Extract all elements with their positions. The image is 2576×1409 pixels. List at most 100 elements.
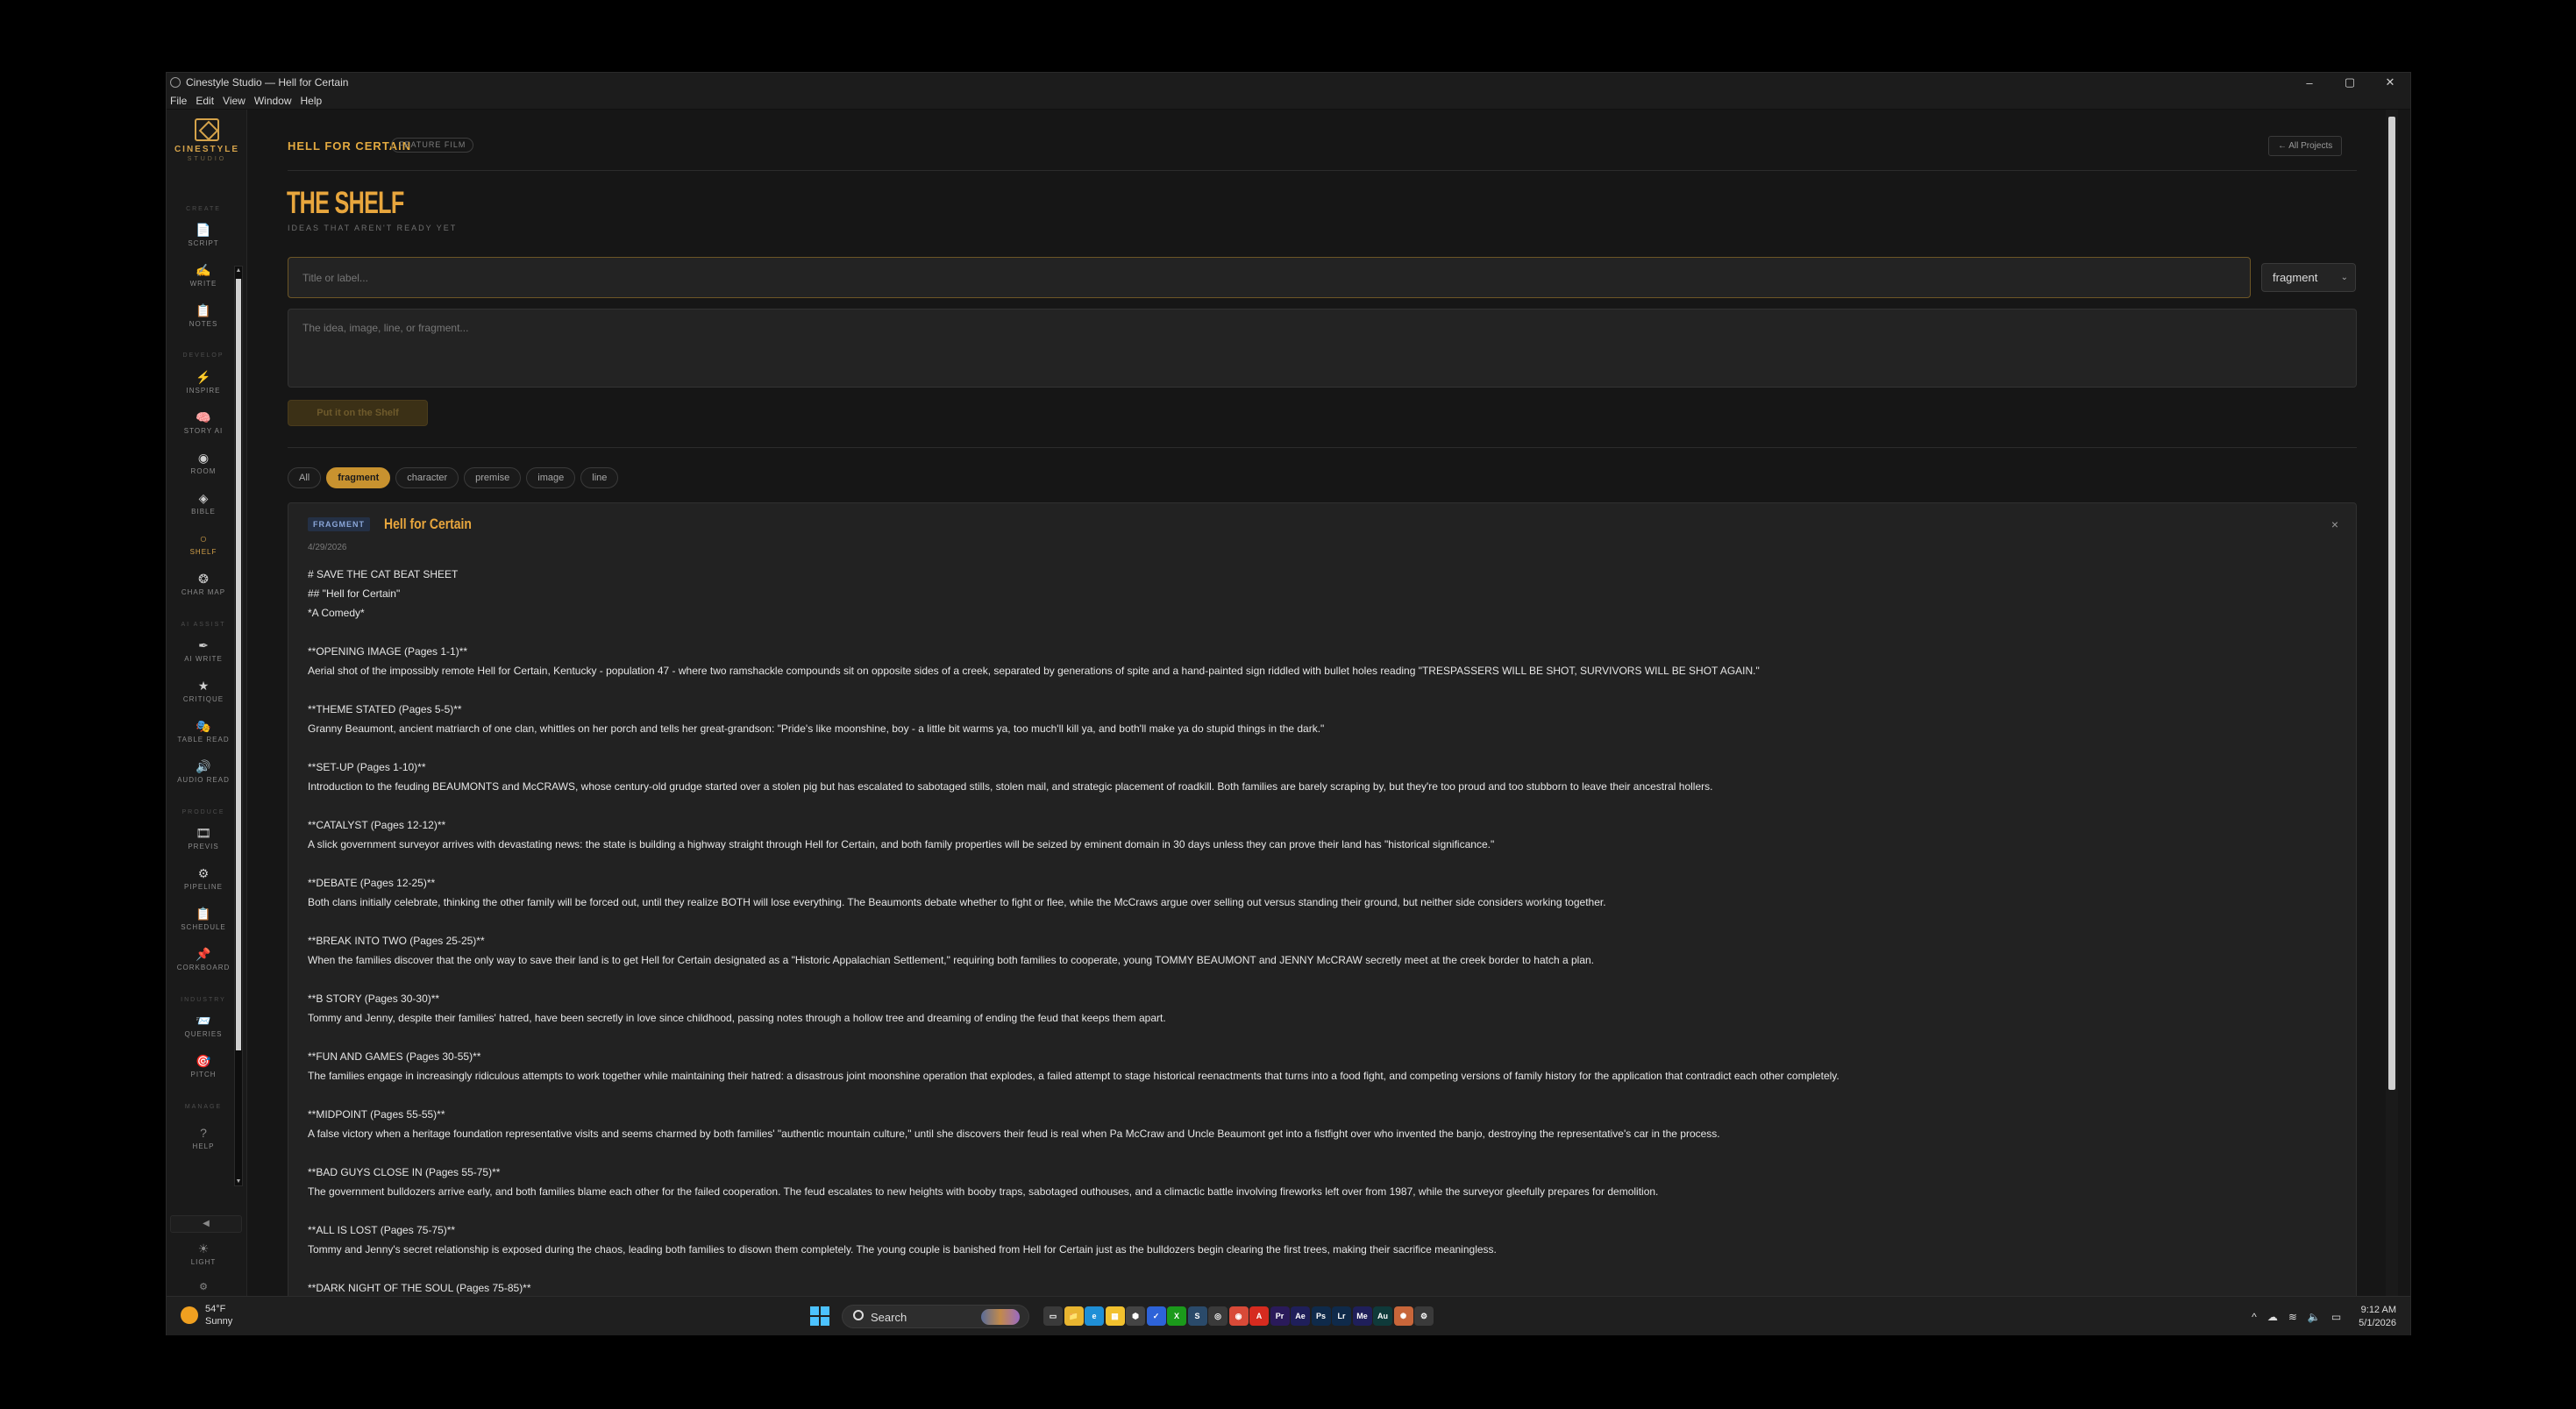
clock[interactable]: 9:12 AM 5/1/2026 — [2359, 1304, 2396, 1330]
cloud-icon[interactable]: ☁ — [2267, 1311, 2278, 1323]
edge-icon[interactable]: e — [1085, 1306, 1104, 1326]
title-bar: Cinestyle Studio — Hell for Certain – ▢ … — [167, 73, 2410, 92]
weather-temp: 54°F — [205, 1304, 226, 1314]
chatgpt-icon[interactable]: ◎ — [1208, 1306, 1228, 1326]
content-line — [308, 1143, 2342, 1163]
content-line: *A Comedy* — [308, 607, 365, 619]
close-window-button[interactable]: ✕ — [2370, 73, 2410, 92]
write-icon: ✍ — [196, 263, 211, 277]
put-on-shelf-button[interactable]: Put it on the Shelf — [288, 400, 428, 426]
chrome-icon[interactable]: ◉ — [1228, 1306, 1249, 1326]
filter-all[interactable]: All — [288, 467, 322, 488]
title-input[interactable] — [288, 257, 2251, 298]
wifi-icon[interactable]: ≋ — [2288, 1311, 2297, 1323]
sidebar-item-audio-read[interactable]: 🔊 AUDIO READ — [167, 758, 240, 793]
idea-textarea[interactable] — [288, 309, 2357, 388]
chevron-up-icon[interactable]: ^ — [2252, 1311, 2257, 1323]
content-line: A slick government surveyor arrives with… — [308, 838, 1495, 850]
sidebar-item-inspire[interactable]: ⚡ INSPIRE — [167, 369, 240, 404]
filter-fragment[interactable]: fragment — [326, 467, 391, 488]
sidebar-item-help[interactable]: ? HELP — [167, 1125, 240, 1160]
sidebar-item-story-ai[interactable]: 🧠 STORY AI — [167, 409, 240, 445]
sidebar-item-notes[interactable]: 📋 NOTES — [167, 302, 240, 338]
lightroom-icon[interactable]: Lr — [1332, 1306, 1351, 1326]
sidebar-item-room[interactable]: ◉ ROOM — [167, 450, 240, 485]
sidebar-scroll-thumb[interactable] — [236, 279, 241, 1050]
audition-icon[interactable]: Au — [1373, 1306, 1392, 1326]
sidebar-item-pipeline[interactable]: ⚙ PIPELINE — [167, 865, 240, 900]
main-scrollbar[interactable] — [2386, 110, 2398, 1296]
menu-window[interactable]: Window — [251, 95, 297, 107]
menu-edit[interactable]: Edit — [192, 95, 219, 107]
content-line: **FUN AND GAMES (Pages 30-55)** — [308, 1050, 481, 1063]
xbox-icon[interactable]: X — [1167, 1306, 1186, 1326]
steam-icon[interactable]: S — [1187, 1306, 1207, 1326]
section-manage: MANAGE — [184, 1104, 223, 1110]
main-scroll-thumb[interactable] — [2388, 117, 2395, 1090]
sidebar-item-write[interactable]: ✍ WRITE — [167, 262, 240, 297]
content-line: The families engage in increasingly ridi… — [308, 1070, 1839, 1082]
sidebar-item-corkboard[interactable]: 📌 CORKBOARD — [167, 946, 240, 981]
weather-widget[interactable]: 54°F Sunny — [181, 1303, 232, 1327]
sidebar-item-critique[interactable]: ★ CRITIQUE — [167, 678, 240, 713]
filter-premise[interactable]: premise — [464, 467, 522, 488]
weather-desc: Sunny — [205, 1316, 233, 1327]
settings-icon: ⚙ — [199, 1282, 208, 1292]
after-effects-icon[interactable]: Ae — [1291, 1306, 1310, 1326]
filter-image[interactable]: image — [526, 467, 576, 488]
sidebar-item-shelf[interactable]: ○ SHELF — [167, 530, 240, 566]
scroll-down-icon[interactable]: ▼ — [235, 1178, 242, 1185]
all-projects-button[interactable]: ← All Projects — [2268, 136, 2343, 156]
shelf-icon: ○ — [199, 531, 208, 545]
app-blue-icon[interactable]: ✓ — [1146, 1306, 1166, 1326]
search-icon — [853, 1310, 864, 1320]
type-select-value: fragment — [2273, 271, 2318, 284]
scroll-up-icon[interactable]: ▲ — [235, 267, 242, 274]
windows-start-icon[interactable] — [810, 1306, 829, 1326]
film-strip-icon: 🎞 — [196, 826, 211, 840]
menu-view[interactable]: View — [219, 95, 251, 107]
item-content: # SAVE THE CAT BEAT SHEET ## "Hell for Ce… — [308, 565, 2342, 1296]
lightning-icon: ⚡ — [196, 370, 211, 384]
cinestyle-icon[interactable]: ⚙ — [1414, 1306, 1434, 1326]
menu-help[interactable]: Help — [297, 95, 328, 107]
volume-icon[interactable]: 🔈 — [2308, 1311, 2321, 1323]
acrobat-icon[interactable]: A — [1249, 1306, 1269, 1326]
task-view-icon[interactable]: ▭ — [1043, 1306, 1063, 1326]
delete-item-button[interactable]: × — [2331, 517, 2338, 531]
sidebar-item-pitch[interactable]: 🎯 PITCH — [167, 1053, 240, 1088]
sidebar-item-previs[interactable]: 🎞 PREVIS — [167, 825, 240, 860]
sidebar-item-queries[interactable]: 📨 QUERIES — [167, 1013, 240, 1048]
taskbar-search[interactable]: Search — [842, 1305, 1029, 1328]
premiere-icon[interactable]: Pr — [1270, 1306, 1290, 1326]
media-encoder-icon[interactable]: Me — [1352, 1306, 1372, 1326]
sidebar-item-schedule[interactable]: 📋 SCHEDULE — [167, 906, 240, 941]
minimize-button[interactable]: – — [2289, 73, 2330, 92]
brand-logo[interactable]: CINESTYLE STUDIO — [167, 118, 247, 162]
sidebar-item-char-map[interactable]: ❂ CHAR MAP — [167, 571, 240, 606]
sidebar-item-script[interactable]: 📄 SCRIPT — [167, 222, 240, 257]
type-select[interactable]: fragment ⌄ — [2261, 263, 2356, 292]
sidebar-item-ai-write[interactable]: ✒ AI WRITE — [167, 637, 240, 672]
item-date: 4/29/2026 — [308, 543, 347, 552]
sidebar-item-bible[interactable]: ◈ BIBLE — [167, 490, 240, 525]
store-icon[interactable]: ▦ — [1105, 1306, 1125, 1326]
claude-icon[interactable]: ✺ — [1393, 1306, 1413, 1326]
pen-icon: ✒ — [198, 638, 209, 652]
filter-line[interactable]: line — [580, 467, 619, 488]
menu-file[interactable]: File — [167, 95, 192, 107]
divider — [288, 447, 2357, 448]
photoshop-icon[interactable]: Ps — [1311, 1306, 1331, 1326]
app-generic-icon[interactable]: ⬢ — [1126, 1306, 1145, 1326]
maximize-button[interactable]: ▢ — [2330, 73, 2370, 92]
menu-bar: File Edit View Window Help — [167, 92, 2410, 110]
battery-icon[interactable]: ▭ — [2331, 1311, 2341, 1323]
masks-icon: 🎭 — [196, 719, 211, 733]
collapse-sidebar-button[interactable]: ◀ — [170, 1215, 242, 1233]
sidebar-item-light[interactable]: ☀ LIGHT — [167, 1241, 240, 1276]
sidebar-item-table-read[interactable]: 🎭 TABLE READ — [167, 718, 240, 753]
question-icon: ? — [200, 1126, 207, 1140]
sidebar-scrollbar[interactable]: ▲ ▼ — [234, 266, 243, 1186]
filter-character[interactable]: character — [395, 467, 459, 488]
file-explorer-icon[interactable]: 📁 — [1064, 1306, 1084, 1326]
